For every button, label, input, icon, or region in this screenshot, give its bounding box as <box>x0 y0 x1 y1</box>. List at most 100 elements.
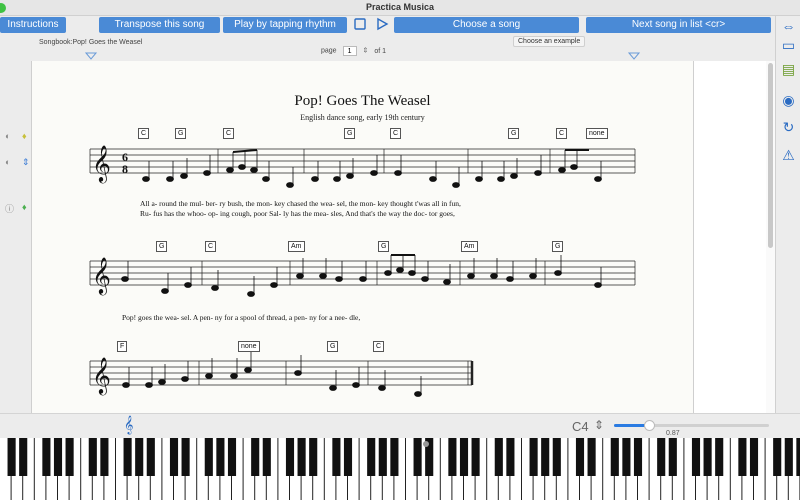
transpose-button[interactable]: Transpose this song <box>99 17 220 33</box>
play-icon[interactable] <box>374 17 390 33</box>
treble-clef-icon[interactable]: 𝄞 <box>124 417 133 435</box>
black-key[interactable] <box>216 438 225 476</box>
window-title: Practica Musica <box>365 2 435 12</box>
lyrics-system-2-verse-1: Pop! goes the wea- sel. A pen- ny for a … <box>122 313 361 322</box>
black-key[interactable] <box>251 438 260 476</box>
page-input[interactable] <box>342 46 357 56</box>
black-key[interactable] <box>738 438 747 476</box>
black-key[interactable] <box>309 438 318 476</box>
black-key[interactable] <box>100 438 109 476</box>
black-key[interactable] <box>53 438 63 476</box>
black-key[interactable] <box>715 438 724 476</box>
speaker-icon[interactable]: ◐ <box>5 131 10 141</box>
songbook-label: Songbook:Pop! Goes the Weasel <box>39 39 143 46</box>
replay-icon[interactable]: ◉ <box>779 91 798 110</box>
instructions-button[interactable]: Instructions <box>0 17 66 33</box>
black-key[interactable] <box>459 438 469 476</box>
page-selector: page ⇕ of 1 <box>321 46 386 56</box>
fit-width-icon[interactable]: ⇔ <box>779 17 798 36</box>
black-key[interactable] <box>262 438 271 476</box>
black-key[interactable] <box>332 438 341 476</box>
notes-system-3 <box>122 352 422 397</box>
tooltip: Choose an example <box>513 36 586 47</box>
black-key[interactable] <box>773 438 782 476</box>
black-key[interactable] <box>633 438 643 476</box>
black-key[interactable] <box>541 438 550 476</box>
scroll-thumb[interactable] <box>768 63 773 248</box>
speaker-icon[interactable]: ◐ <box>5 157 10 167</box>
black-key[interactable] <box>367 438 376 476</box>
black-key[interactable] <box>471 438 480 476</box>
choose-song-button[interactable]: Choose a song <box>394 17 579 33</box>
black-key[interactable] <box>668 438 677 476</box>
metronome-icon[interactable]: ⚠ <box>779 146 798 165</box>
next-song-button[interactable]: Next song in list <cr> <box>586 17 771 33</box>
black-key[interactable] <box>622 438 631 476</box>
margin-marker-icon[interactable] <box>85 52 97 60</box>
black-key[interactable] <box>146 438 155 476</box>
black-key[interactable] <box>227 438 237 476</box>
diamond-icon[interactable]: ♦ <box>22 202 27 212</box>
treble-clef: 𝄞 <box>92 257 111 295</box>
black-key[interactable] <box>297 438 306 476</box>
black-key[interactable] <box>135 438 144 476</box>
black-key[interactable] <box>506 438 515 476</box>
black-key[interactable] <box>575 438 585 476</box>
bottom-controls: 𝄞 C4 ⇕ 0.87 <box>0 413 800 438</box>
staff-system-3 <box>89 360 474 386</box>
black-key[interactable] <box>390 438 399 476</box>
stepper-icon[interactable]: ⇕ <box>594 418 604 432</box>
black-key[interactable] <box>123 438 132 476</box>
black-key[interactable] <box>552 438 561 476</box>
black-key[interactable] <box>19 438 28 476</box>
right-panel <box>694 61 766 413</box>
black-key[interactable] <box>703 438 712 476</box>
black-key[interactable] <box>587 438 596 476</box>
page-of-label: of 1 <box>374 47 386 55</box>
black-key[interactable] <box>657 438 666 476</box>
black-key[interactable] <box>7 438 16 476</box>
black-key[interactable] <box>448 438 457 476</box>
black-key[interactable] <box>285 438 295 476</box>
vertical-scrollbar[interactable] <box>766 61 775 413</box>
black-key[interactable] <box>204 438 213 476</box>
black-key[interactable] <box>691 438 701 476</box>
black-key[interactable] <box>65 438 74 476</box>
time-sig-bottom: 8 <box>122 162 128 176</box>
black-key[interactable] <box>88 438 97 476</box>
black-key[interactable] <box>169 438 179 476</box>
black-key[interactable] <box>784 438 793 476</box>
notepad-icon[interactable]: ▤ <box>779 60 798 79</box>
play-tap-button[interactable]: Play by tapping rhythm <box>223 17 347 33</box>
info-icon[interactable]: ⓘ <box>5 202 14 215</box>
piano-keys[interactable] <box>0 438 800 500</box>
lyrics-system-1-verse-2: Ru- fus has the whoo- op- ing cough, poo… <box>140 209 455 218</box>
black-key[interactable] <box>494 438 503 476</box>
middle-c-marker <box>423 441 429 447</box>
window-icon[interactable]: ▭ <box>779 36 798 55</box>
black-key[interactable] <box>796 438 800 476</box>
double-arrow-icon[interactable]: ⇕ <box>22 157 30 168</box>
black-key[interactable] <box>749 438 759 476</box>
score-page: Pop! Goes The Weasel English dance song,… <box>31 61 694 413</box>
black-key[interactable] <box>529 438 538 476</box>
page-label: page <box>321 47 337 55</box>
black-key[interactable] <box>181 438 190 476</box>
piano-keyboard[interactable] <box>0 438 800 500</box>
black-key[interactable] <box>413 438 422 476</box>
black-key[interactable] <box>610 438 619 476</box>
stop-icon[interactable] <box>352 17 368 33</box>
diamond-icon[interactable]: ♦ <box>22 131 27 141</box>
page-stepper-icon[interactable]: ⇕ <box>362 48 368 55</box>
toolbar: Instructions Transpose this song Play by… <box>0 16 800 34</box>
black-key[interactable] <box>343 438 353 476</box>
slider-value: 0.87 <box>666 430 680 437</box>
app-window: Practica Musica Instructions Transpose t… <box>0 0 800 500</box>
title-bar: Practica Musica <box>0 0 800 16</box>
black-key[interactable] <box>42 438 51 476</box>
right-margin-marker-icon[interactable] <box>628 52 640 60</box>
slider-knob[interactable] <box>643 420 655 431</box>
speed-slider[interactable] <box>614 420 769 431</box>
black-key[interactable] <box>378 438 387 476</box>
refresh-icon[interactable]: ↻ <box>779 118 798 137</box>
